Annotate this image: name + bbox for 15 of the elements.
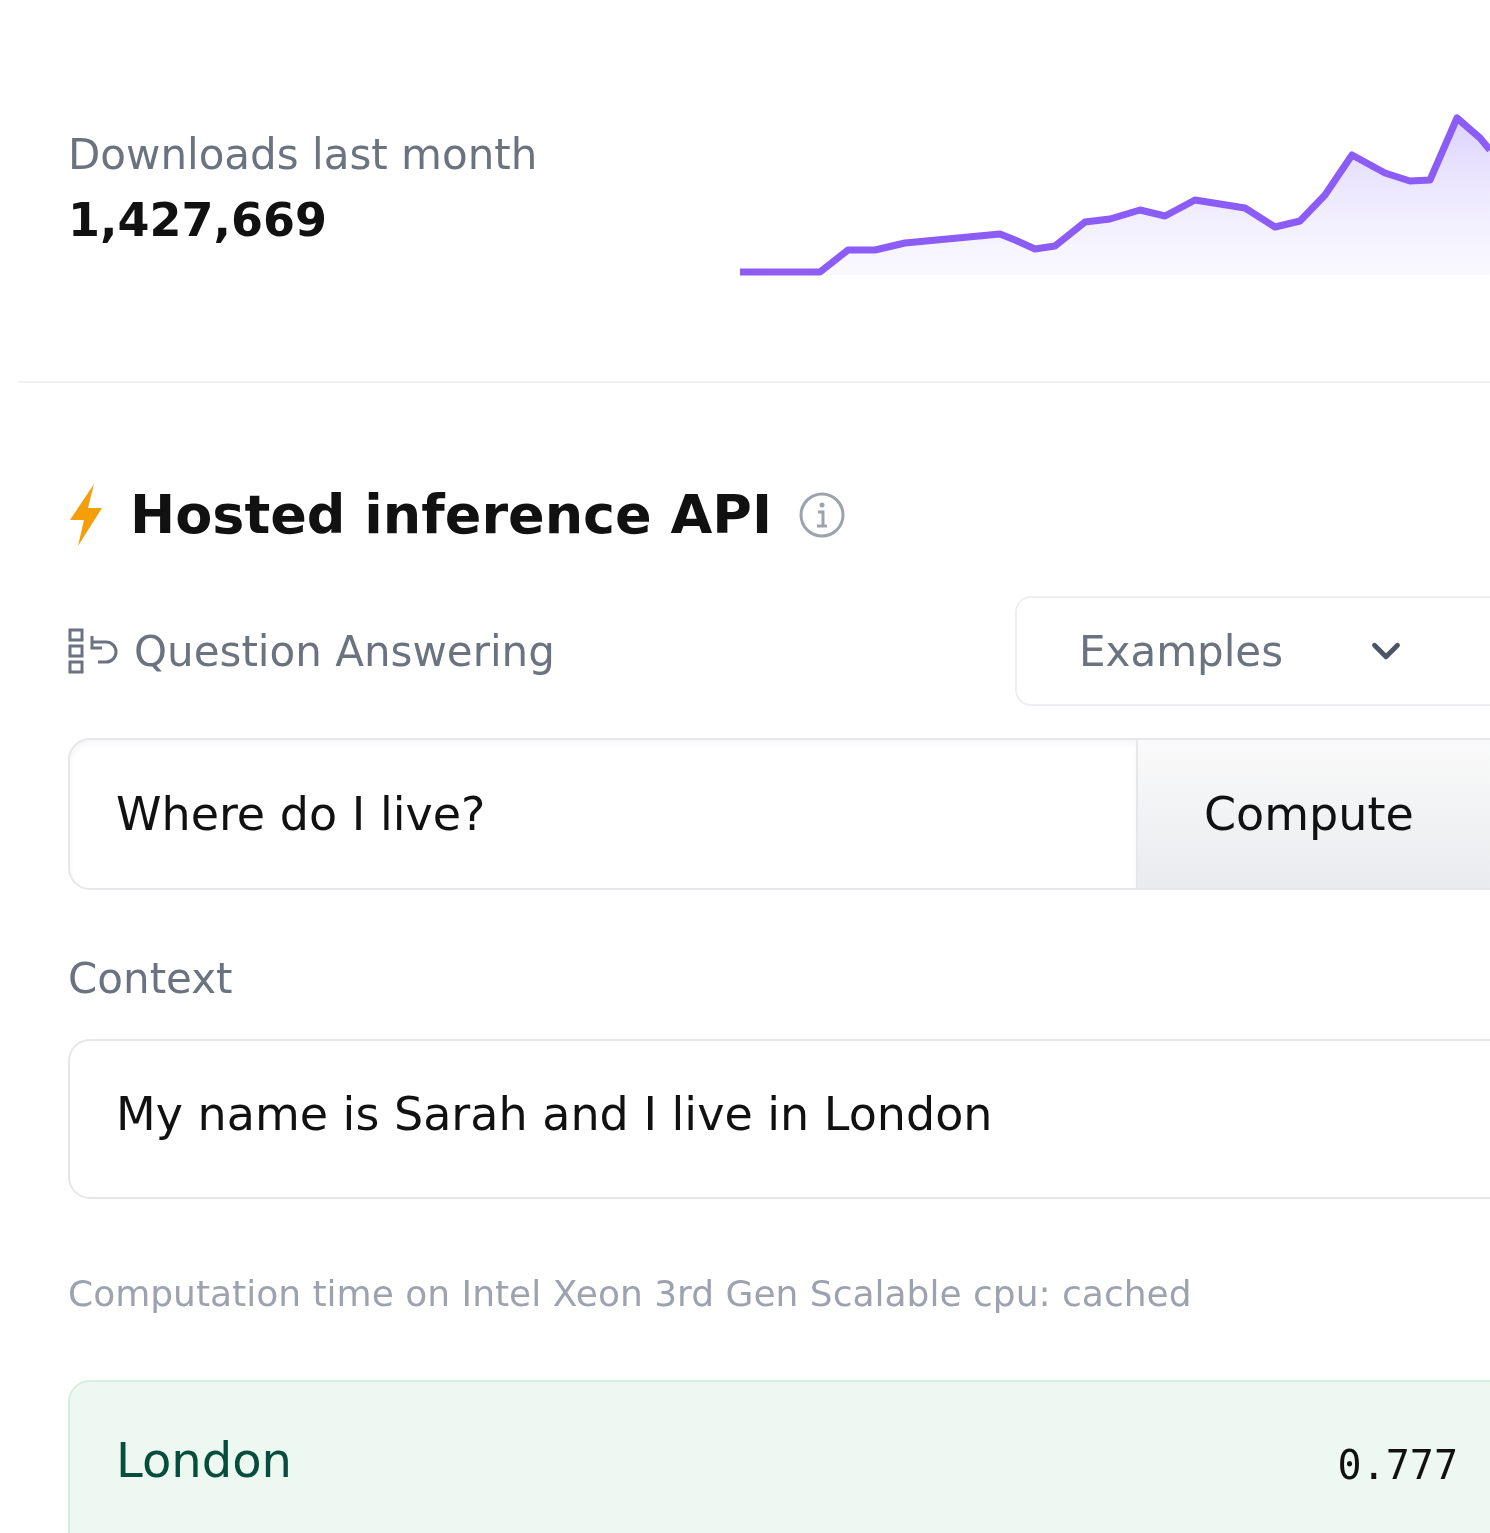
context-input[interactable]: My name is Sarah and I live in London [68, 1039, 1490, 1199]
context-label: Context [68, 954, 234, 1003]
downloads-label: Downloads last month [68, 130, 538, 179]
task-icon [68, 628, 120, 674]
examples-dropdown[interactable]: Examples [1015, 596, 1490, 706]
lightning-icon [68, 483, 104, 546]
computation-note: Computation time on Intel Xeon 3rd Gen Scalable cpu: cached [68, 1273, 1193, 1314]
downloads-count: 1,427,669 [68, 193, 328, 247]
section-title: Hosted inference API [130, 483, 772, 546]
compute-button[interactable]: Compute [1138, 738, 1490, 890]
info-icon[interactable] [798, 490, 846, 539]
task-label: Question Answering [134, 626, 555, 676]
answer-text: London [116, 1432, 292, 1488]
answer-score: 0.777 [1337, 1441, 1458, 1488]
question-input[interactable]: Where do I live? [68, 738, 1138, 890]
